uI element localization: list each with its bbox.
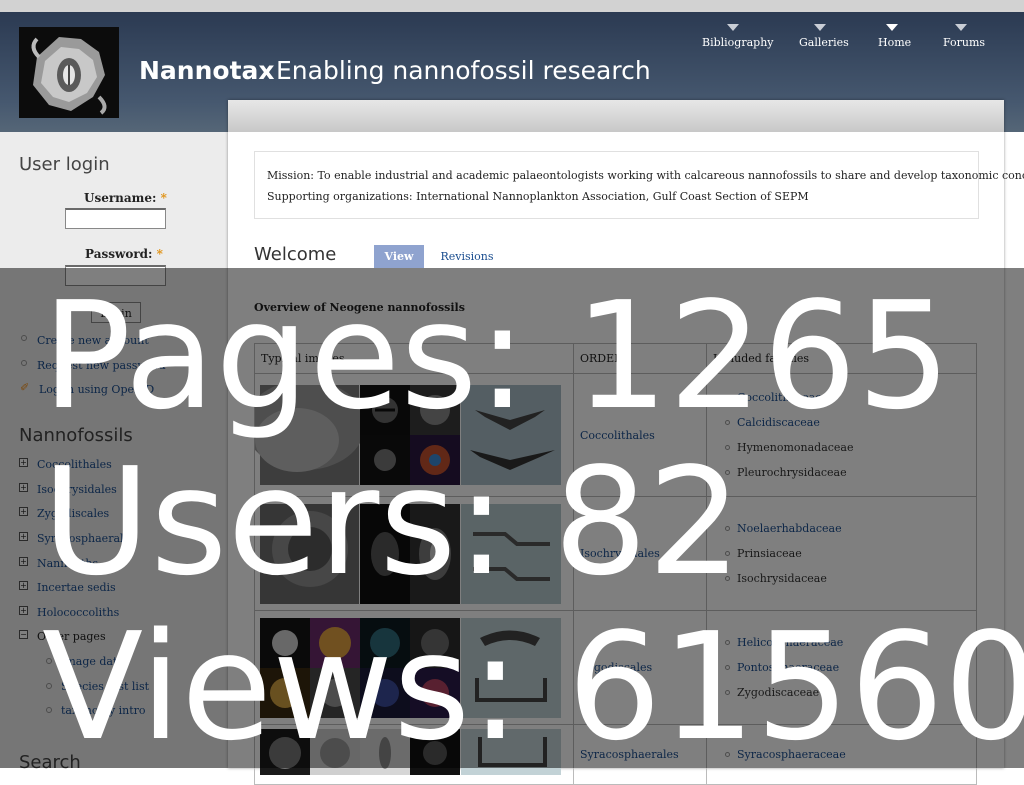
stats-overlay: Pages: 1265 Users: 82 Views: 61560 [0,268,1024,768]
supporting-text: Supporting organizations: International … [267,190,809,203]
password-label: Password: * [85,247,163,261]
username-label: Username: * [84,191,167,205]
site-logo[interactable] [19,27,119,118]
nav-arrow-icon [727,24,739,31]
user-login-title: User login [19,154,110,175]
nav-arrow-icon [814,24,826,31]
stat-users: Users: 82 [42,436,742,608]
site-slogan: Enabling nannofossil research [276,56,651,85]
nav-galleries[interactable]: Galleries [799,36,849,49]
mission-box: Mission: To enable industrial and academ… [254,151,1024,219]
page-title: Welcome [254,244,337,265]
content-top-band [228,100,1004,132]
stat-views: Views: 61560 [42,601,1024,773]
nav-home[interactable]: Home [878,36,911,49]
tab-revisions[interactable]: Revisions [432,245,502,268]
required-mark: * [156,247,163,261]
required-mark: * [160,191,167,205]
stat-pages: Pages: 1265 [42,270,951,442]
tab-view[interactable]: View [374,245,424,268]
nav-bibliography[interactable]: Bibliography [702,36,774,49]
nav-arrow-icon [886,24,898,31]
mission-text: Mission: To enable industrial and academ… [267,169,1024,182]
nav-forums[interactable]: Forums [943,36,985,49]
username-input[interactable] [65,208,166,229]
nav-arrow-icon [955,24,967,31]
site-name[interactable]: Nannotax [139,56,275,85]
